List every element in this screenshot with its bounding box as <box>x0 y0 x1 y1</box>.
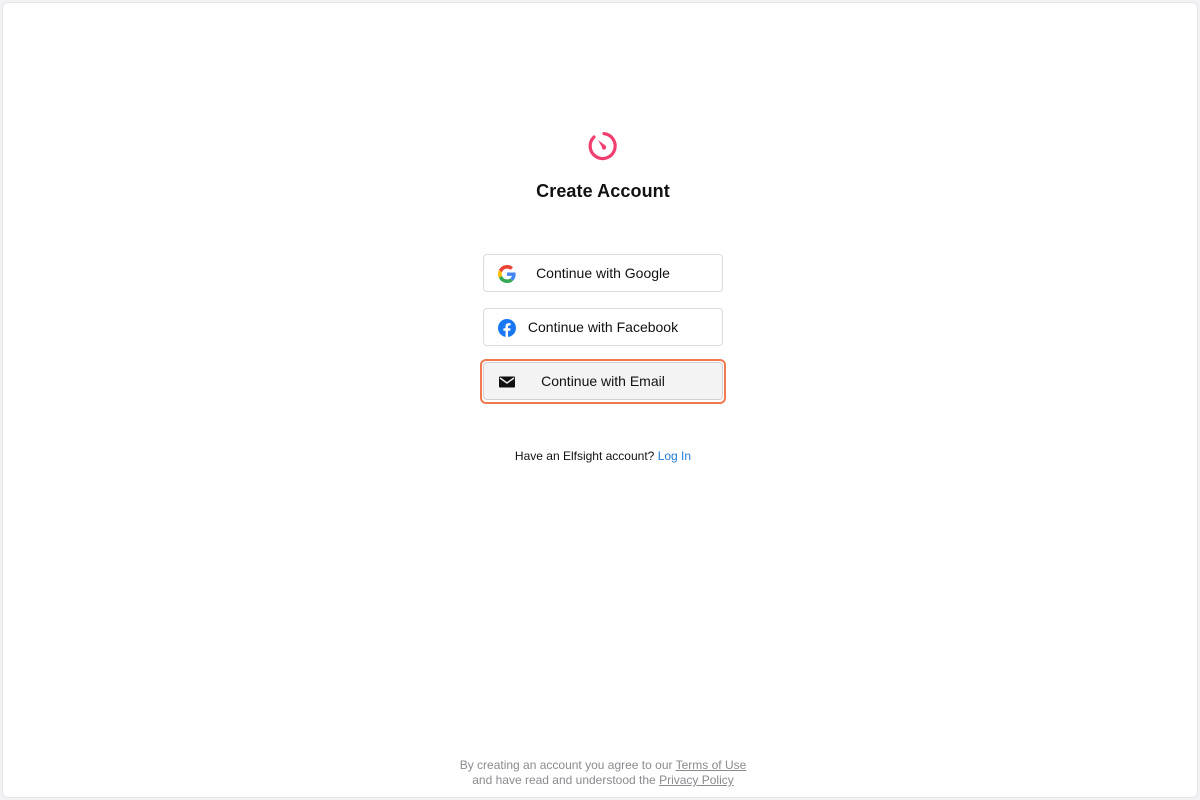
page-title: Create Account <box>536 181 670 201</box>
elfsight-logo-icon <box>586 129 620 163</box>
legal-notice: By creating an account you agree to our … <box>3 758 1200 788</box>
continue-with-google-button[interactable]: Continue with Google <box>483 254 723 292</box>
google-button-label: Continue with Google <box>536 265 670 281</box>
login-link[interactable]: Log In <box>658 449 691 463</box>
login-prompt: Have an Elfsight account? Log In <box>3 449 1200 463</box>
facebook-button-label: Continue with Facebook <box>527 319 679 335</box>
google-icon <box>498 265 516 283</box>
envelope-icon <box>498 373 516 391</box>
continue-with-email-button[interactable]: Continue with Email <box>483 362 723 400</box>
legal-line1-text: By creating an account you agree to our <box>459 758 673 772</box>
legal-line2-text: and have read and understood the <box>472 773 656 787</box>
login-prompt-text: Have an Elfsight account? <box>514 449 655 463</box>
privacy-policy-link[interactable]: Privacy Policy <box>659 773 734 787</box>
email-button-label: Continue with Email <box>541 373 665 389</box>
terms-of-use-link[interactable]: Terms of Use <box>676 758 747 772</box>
facebook-icon <box>498 319 516 337</box>
continue-with-facebook-button[interactable]: Continue with Facebook <box>483 308 723 346</box>
page-frame: Create Account Continue with Google Cont… <box>2 2 1198 798</box>
